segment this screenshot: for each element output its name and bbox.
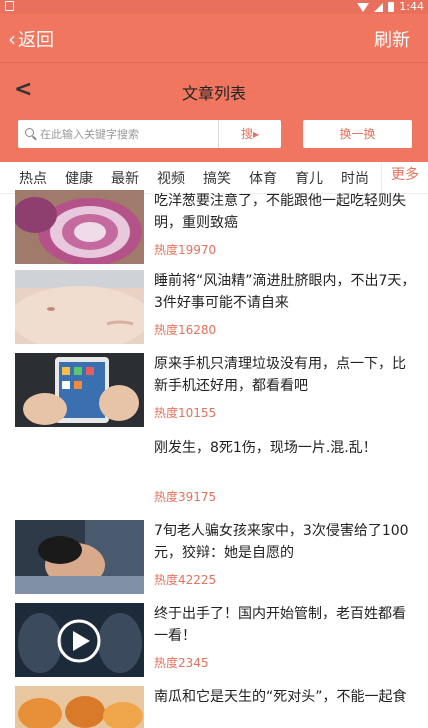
article-title: 睡前将“风油精”滴进肚脐眼内，不出7天，3件好事可能不请自来 [154, 273, 416, 311]
list-item[interactable]: 吃洋葱要注意了，不能跟他一起吃轻则失明，重则致癌 热度19970 [0, 190, 428, 270]
article-heat: 热度19970 [154, 243, 217, 257]
search-input[interactable] [40, 125, 225, 143]
phone-image [15, 353, 144, 427]
onion-image [15, 190, 144, 264]
tab-fashion[interactable]: 时尚 [341, 168, 369, 188]
search-bar: 搜▸ 换一换 [0, 116, 428, 162]
status-bar: 1:44 [0, 0, 428, 14]
list-item[interactable]: 刚发生，8死1伤，现场一片.混.乱！ 热度39175 [0, 437, 428, 517]
tab-video[interactable]: 视频 [157, 168, 185, 188]
list-item[interactable]: 原来手机只清理垃圾没有用，点一下，比新手机还好用，都看看吧 热度10155 [0, 353, 428, 433]
article-heat: 热度16280 [154, 323, 217, 337]
chevron-left-icon: ‹ [8, 27, 16, 51]
video-image [15, 603, 144, 677]
tab-funny[interactable]: 搞笑 [203, 168, 231, 188]
article-heat: 热度39175 [154, 490, 217, 504]
article-title: 刚发生，8死1伤，现场一片.混.乱！ [154, 440, 377, 456]
article-title: 7旬老人骗女孩来家中，3次侵害给了100元，狡辩：她是自愿的 [154, 523, 409, 561]
belly-image [15, 270, 144, 344]
signal-icon [374, 2, 384, 12]
tab-hot[interactable]: 热点 [19, 168, 47, 188]
article-title: 终于出手了！国内开始管制，老百姓都看一看！ [154, 606, 406, 644]
girl-image [15, 520, 144, 594]
wifi-icon [357, 2, 370, 12]
refresh-button[interactable]: 刷新 [374, 26, 410, 52]
tab-health[interactable]: 健康 [65, 168, 93, 188]
article-heat: 热度2345 [154, 656, 209, 670]
swap-button[interactable]: 换一换 [303, 120, 412, 148]
title-bar: < 文章列表 [0, 62, 428, 116]
tab-parenting[interactable]: 育儿 [295, 168, 323, 188]
search-icon [25, 128, 34, 137]
notification-icon [5, 1, 14, 11]
tab-sports[interactable]: 体育 [249, 168, 277, 188]
article-title: 南瓜和它是天生的“死对头”，不能一起食 [154, 689, 407, 705]
article-heat: 热度10155 [154, 406, 217, 420]
battery-icon [388, 2, 395, 12]
article-heat: 热度42225 [154, 573, 217, 587]
back-label: 返回 [18, 30, 54, 51]
search-button[interactable]: 搜▸ [218, 120, 281, 148]
tab-latest[interactable]: 最新 [111, 168, 139, 188]
article-title: 吃洋葱要注意了，不能跟他一起吃轻则失明，重则致癌 [154, 193, 406, 231]
list-item[interactable]: 7旬老人骗女孩来家中，3次侵害给了100元，狡辩：她是自愿的 热度42225 [0, 520, 428, 600]
article-title: 原来手机只清理垃圾没有用，点一下，比新手机还好用，都看看吧 [154, 356, 406, 394]
list-item[interactable]: 南瓜和它是天生的“死对头”，不能一起食 [0, 686, 428, 728]
back-button[interactable]: ‹ 返回 [8, 26, 54, 52]
page-title: 文章列表 [181, 84, 246, 103]
pumpkin-image [15, 686, 144, 728]
list-item[interactable]: 终于出手了！国内开始管制，老百姓都看一看！ 热度2345 [0, 603, 428, 683]
app-bar: ‹ 返回 刷新 [0, 14, 428, 62]
search-box: 搜▸ [18, 120, 281, 148]
list-item[interactable]: 睡前将“风油精”滴进肚脐眼内，不出7天，3件好事可能不请自来 热度16280 [0, 270, 428, 350]
status-time: 1:44 [399, 0, 424, 13]
